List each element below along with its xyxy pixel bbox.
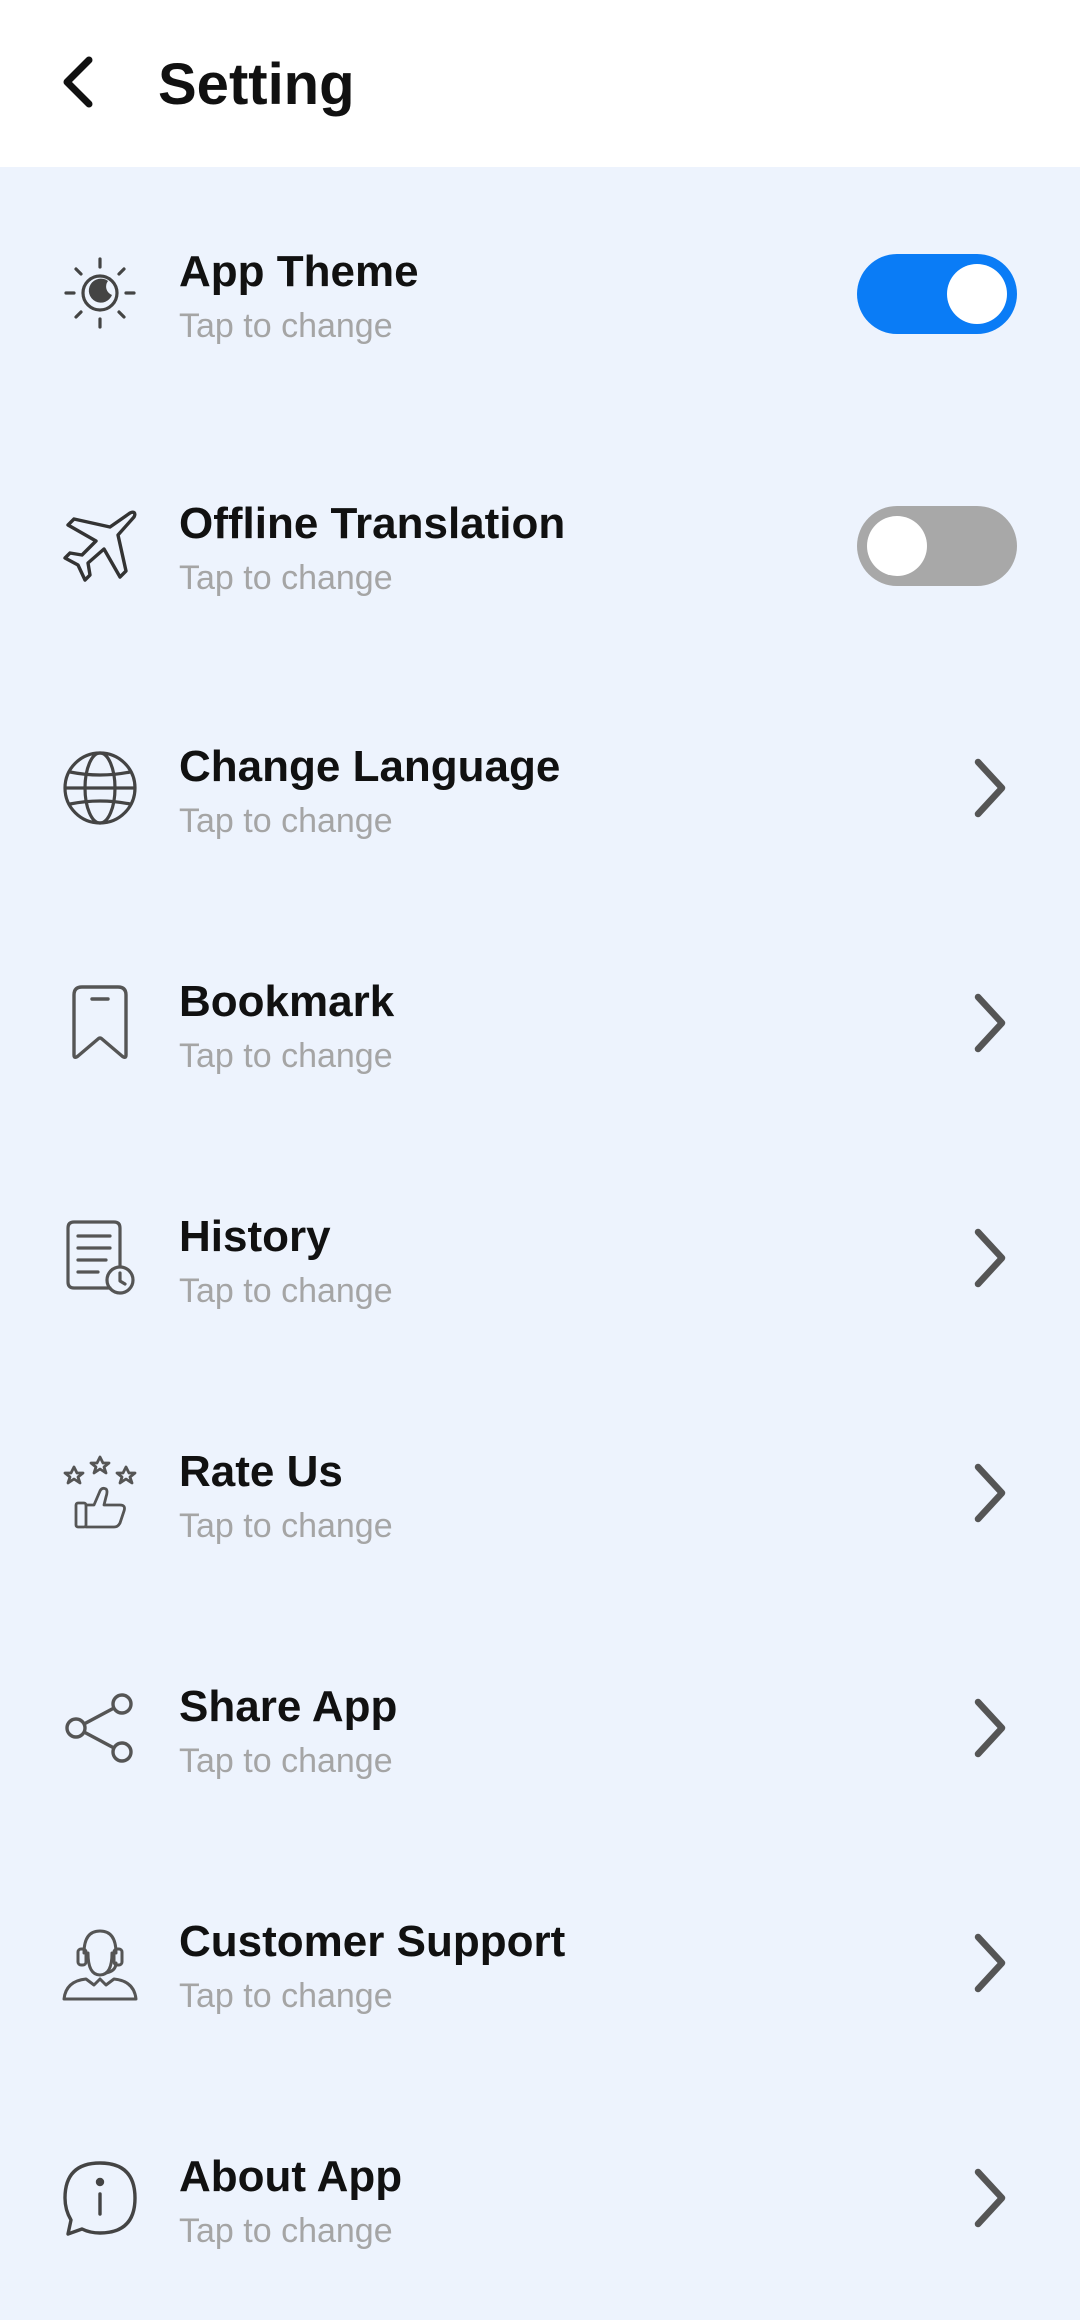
airplane-icon [56,501,144,589]
setting-row-about-app[interactable]: About App Tap to change [0,2098,1080,2298]
setting-row-bookmark[interactable]: Bookmark Tap to change [0,923,1080,1123]
setting-subtitle: Tap to change [179,1977,393,2015]
setting-subtitle: Tap to change [179,559,393,597]
setting-title: Share App [179,1682,398,1731]
app-theme-toggle[interactable] [857,254,1017,334]
share-icon [56,1684,144,1772]
chevron-right-icon [950,1453,1030,1533]
support-agent-headset-icon [56,1919,144,2007]
chevron-right-icon [950,1688,1030,1768]
setting-row-customer-support[interactable]: Customer Support Tap to change [0,1863,1080,2063]
globe-icon [56,744,144,832]
setting-title: Customer Support [179,1917,566,1966]
toggle-knob [867,516,927,576]
chevron-right-icon [950,983,1030,1063]
setting-row-change-language[interactable]: Change Language Tap to change [0,688,1080,888]
toggle-knob [947,264,1007,324]
setting-subtitle: Tap to change [179,1037,393,1075]
offline-translation-toggle[interactable] [857,506,1017,586]
theme-sun-moon-icon [56,249,144,337]
setting-title: About App [179,2152,403,2201]
rate-stars-thumbs-up-icon [56,1449,144,1537]
chevron-right-icon [950,1218,1030,1298]
setting-row-offline-translation[interactable]: Offline Translation Tap to change [0,445,1080,645]
setting-title: History [179,1212,331,1261]
chevron-right-icon [950,2158,1030,2238]
setting-subtitle: Tap to change [179,2212,393,2250]
info-chat-icon [56,2154,144,2242]
setting-row-share-app[interactable]: Share App Tap to change [0,1628,1080,1828]
setting-subtitle: Tap to change [179,1507,393,1545]
app-header: Setting [0,0,1080,167]
setting-title: Offline Translation [179,499,566,548]
setting-title: App Theme [179,247,419,296]
setting-subtitle: Tap to change [179,1742,393,1780]
history-document-icon [56,1214,144,1302]
arrow-back-icon [63,56,93,108]
setting-subtitle: Tap to change [179,307,393,345]
page-title: Setting [158,52,355,117]
chevron-right-icon [950,1923,1030,2003]
back-button[interactable] [40,42,120,122]
setting-row-app-theme[interactable]: App Theme Tap to change [0,193,1080,393]
setting-title: Change Language [179,742,561,791]
setting-title: Rate Us [179,1447,343,1496]
chevron-right-icon [950,748,1030,828]
setting-row-rate-us[interactable]: Rate Us Tap to change [0,1393,1080,1593]
setting-subtitle: Tap to change [179,1272,393,1310]
setting-subtitle: Tap to change [179,802,393,840]
setting-row-history[interactable]: History Tap to change [0,1158,1080,1358]
setting-title: Bookmark [179,977,395,1026]
bookmark-icon [56,979,144,1067]
